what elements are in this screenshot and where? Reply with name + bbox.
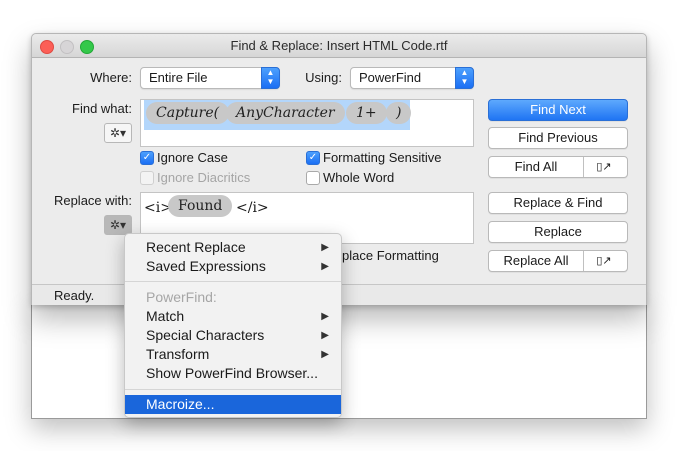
replace-text-post: </i>	[236, 200, 269, 216]
menu-item-saved-expressions[interactable]: Saved Expressions ▶	[125, 257, 341, 276]
menu-item-transform[interactable]: Transform ▶	[125, 345, 341, 364]
where-popup[interactable]: Entire File ▲ ▼	[140, 67, 280, 89]
find-what-label: Find what:	[72, 101, 132, 116]
using-value: PowerFind	[359, 70, 422, 85]
popup-arrows-icon: ▲ ▼	[455, 67, 474, 89]
results-window-icon[interactable]: ▯↗	[589, 252, 619, 270]
find-token[interactable]: AnyCharacter	[226, 102, 345, 124]
submenu-arrow-icon: ▶	[321, 242, 329, 253]
submenu-arrow-icon: ▶	[321, 330, 329, 341]
menu-item-label: Macroize...	[146, 396, 215, 412]
title-bar: Find & Replace: Insert HTML Code.rtf	[32, 34, 646, 58]
find-token[interactable]: 1+	[346, 102, 387, 124]
menu-item-label: Show PowerFind Browser...	[146, 365, 318, 381]
menu-item-macroize[interactable]: Macroize...	[125, 395, 341, 414]
submenu-arrow-icon: ▶	[321, 349, 329, 360]
button-divider	[583, 157, 584, 177]
status-text: Ready.	[54, 288, 95, 303]
menu-item-label: Transform	[146, 346, 210, 362]
ignore-diacritics-label: Ignore Diacritics	[157, 170, 251, 185]
submenu-arrow-icon: ▶	[321, 261, 329, 272]
find-next-button[interactable]: Find Next	[488, 99, 628, 121]
whole-word-checkbox[interactable]	[306, 171, 320, 185]
find-all-label: Find All	[514, 159, 558, 174]
where-label: Where:	[90, 70, 132, 85]
popup-arrows-icon: ▲ ▼	[261, 67, 280, 89]
find-all-button[interactable]: Find All ▯↗	[488, 156, 628, 178]
whole-word-label: Whole Word	[323, 170, 395, 185]
ignore-diacritics-checkbox	[140, 171, 154, 185]
replace-with-label: Replace with:	[53, 193, 132, 208]
menu-item-label: Special Characters	[146, 327, 265, 343]
find-previous-button[interactable]: Find Previous	[488, 127, 628, 149]
menu-header-label: PowerFind:	[146, 289, 217, 305]
results-window-icon[interactable]: ▯↗	[589, 158, 619, 176]
menu-item-recent-replace[interactable]: Recent Replace ▶	[125, 238, 341, 257]
find-gear-icon[interactable]: ✲▾	[104, 123, 132, 143]
replace-and-find-button[interactable]: Replace & Find	[488, 192, 628, 214]
menu-separator	[125, 281, 341, 282]
submenu-arrow-icon: ▶	[321, 311, 329, 322]
replace-gear-icon[interactable]: ✲▾	[104, 215, 132, 235]
menu-header-powerfind: PowerFind:	[125, 288, 341, 307]
replace-gear-menu: Recent Replace ▶ Saved Expressions ▶ Pow…	[124, 233, 342, 418]
formatting-sensitive-label: Formatting Sensitive	[323, 150, 442, 165]
replace-all-button[interactable]: Replace All ▯↗	[488, 250, 628, 272]
ignore-case-label: Ignore Case	[157, 150, 228, 165]
window-title: Find & Replace: Insert HTML Code.rtf	[230, 38, 448, 53]
menu-item-label: Recent Replace	[146, 239, 246, 255]
replace-formatting-label: place Formatting	[342, 248, 439, 263]
ignore-case-checkbox[interactable]: ✓	[140, 151, 154, 165]
using-label: Using:	[305, 70, 342, 85]
menu-item-label: Match	[146, 308, 185, 324]
where-value: Entire File	[149, 70, 208, 85]
replace-button[interactable]: Replace	[488, 221, 628, 243]
replace-token[interactable]: Found	[168, 195, 233, 217]
formatting-sensitive-checkbox[interactable]: ✓	[306, 151, 320, 165]
menu-item-show-powerfind-browser[interactable]: Show PowerFind Browser...	[125, 364, 341, 383]
menu-item-label: Saved Expressions	[146, 258, 266, 274]
menu-item-match[interactable]: Match ▶	[125, 307, 341, 326]
using-popup[interactable]: PowerFind ▲ ▼	[350, 67, 474, 89]
find-token[interactable]: )	[386, 102, 412, 124]
menu-separator	[125, 389, 341, 390]
find-token[interactable]: Capture(	[146, 102, 230, 124]
menu-item-special-characters[interactable]: Special Characters ▶	[125, 326, 341, 345]
button-divider	[583, 251, 584, 271]
replace-all-label: Replace All	[503, 253, 569, 268]
